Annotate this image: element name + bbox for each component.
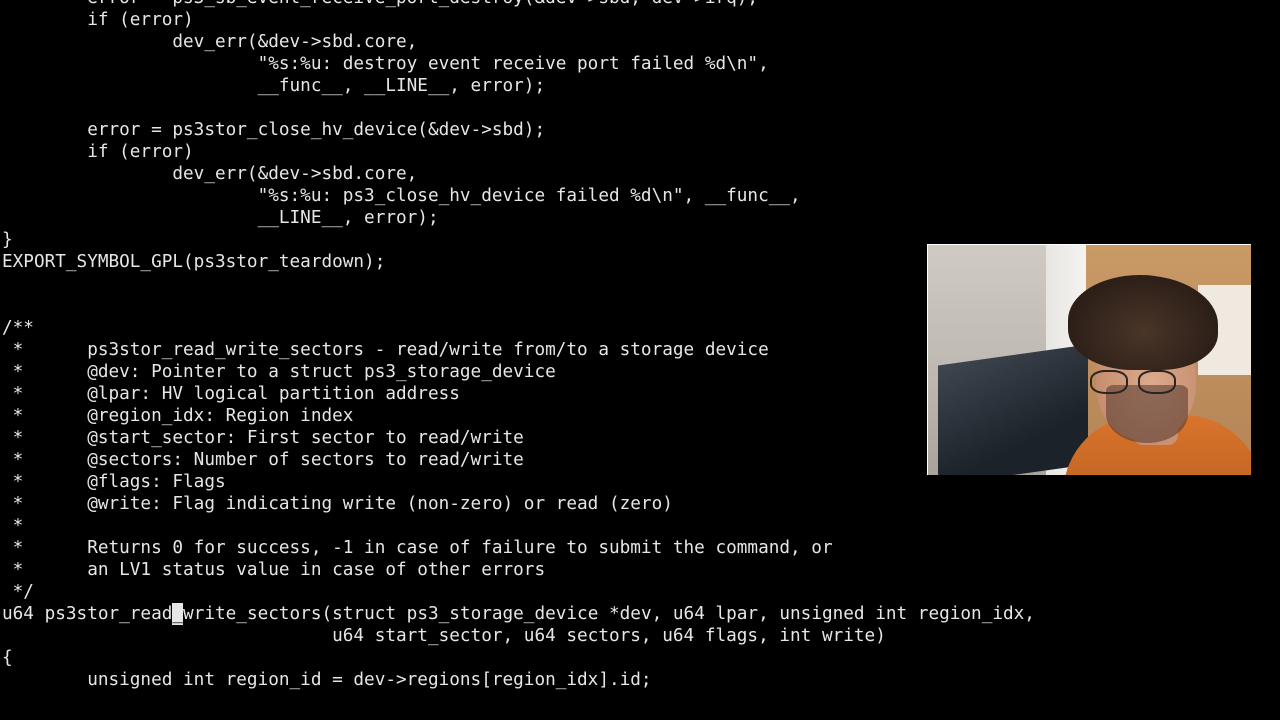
code-line: * @sectors: Number of sectors to read/wr… [2, 450, 524, 470]
code-line: { [2, 648, 13, 668]
code-line: dev_err(&dev->sbd.core, [2, 164, 418, 184]
code-line: "%s:%u: destroy event receive port faile… [2, 54, 769, 74]
code-line: * Returns 0 for success, -1 in case of f… [2, 538, 833, 558]
code-line: * ps3stor_read_write_sectors - read/writ… [2, 340, 769, 360]
code-line: * @lpar: HV logical partition address [2, 384, 460, 404]
code-line: if (error) [2, 142, 194, 162]
code-line: unsigned int region_id = dev->regions[re… [2, 670, 652, 690]
glasses-lens-right [1138, 370, 1176, 394]
code-line: * an LV1 status value in case of other e… [2, 560, 546, 580]
code-line: EXPORT_SYMBOL_GPL(ps3stor_teardown); [2, 252, 386, 272]
glasses-lens-left [1090, 370, 1128, 394]
code-line: */ [2, 582, 34, 602]
code-line: "%s:%u: ps3_close_hv_device failed %d\n"… [2, 186, 801, 206]
code-line: /** [2, 318, 34, 338]
code-line: __LINE__, error); [2, 208, 439, 228]
code-text: write_sectors(struct ps3_storage_device … [183, 604, 1035, 624]
code-text: u64 ps3stor_read [2, 604, 173, 624]
webcam-monitor [938, 344, 1088, 475]
code-line: __func__, __LINE__, error); [2, 76, 546, 96]
terminal-window[interactable]: error = ps3_sb_event_receive_port_destro… [0, 0, 1280, 720]
webcam-overlay [927, 244, 1251, 475]
code-line: } [2, 230, 13, 250]
code-line: u64 start_sector, u64 sectors, u64 flags… [2, 626, 886, 646]
code-line: * [2, 516, 24, 536]
code-line: if (error) [2, 10, 194, 30]
webcam-person-hair [1068, 275, 1218, 370]
code-editor[interactable]: error = ps3_sb_event_receive_port_destro… [2, 0, 1035, 691]
code-line: error = ps3_sb_event_receive_port_destro… [2, 0, 1035, 9]
text-cursor: _ [172, 603, 184, 625]
code-line: u64 ps3stor_read_write_sectors(struct ps… [2, 603, 1035, 625]
code-line: dev_err(&dev->sbd.core, [2, 32, 418, 52]
code-line: * @dev: Pointer to a struct ps3_storage_… [2, 362, 556, 382]
code-line: * @flags: Flags [2, 472, 226, 492]
webcam-person-glasses [1090, 370, 1180, 394]
code-line: * @start_sector: First sector to read/wr… [2, 428, 524, 448]
code-line: * @region_idx: Region index [2, 406, 354, 426]
code-line: * @write: Flag indicating write (non-zer… [2, 494, 673, 514]
code-line: error = ps3stor_close_hv_device(&dev->sb… [2, 120, 546, 140]
